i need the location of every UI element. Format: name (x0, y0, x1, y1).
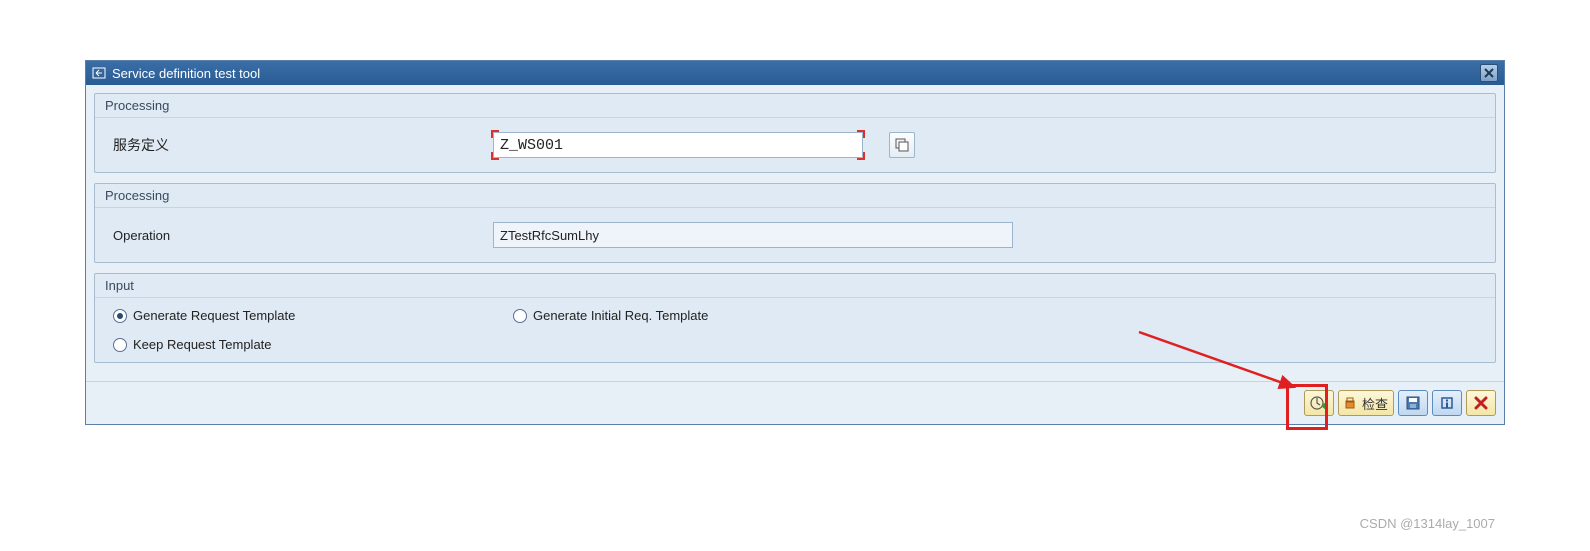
dialog-content: Processing 服务定义 (86, 85, 1504, 381)
radio-generate-request-template[interactable]: Generate Request Template (113, 308, 513, 323)
radio-label: Generate Request Template (133, 308, 295, 323)
f4-help-button[interactable] (889, 132, 915, 158)
check-button-label: 检查 (1362, 394, 1388, 413)
close-button[interactable] (1480, 64, 1498, 82)
radio-icon (513, 309, 527, 323)
radio-icon (113, 338, 127, 352)
watermark: CSDN @1314lay_1007 (1360, 516, 1495, 531)
title-bar: Service definition test tool (86, 61, 1504, 85)
radio-generate-initial-req-template[interactable]: Generate Initial Req. Template (513, 308, 913, 323)
radio-label: Keep Request Template (133, 337, 272, 352)
save-button[interactable] (1398, 390, 1428, 416)
bottom-toolbar: 检查 (86, 381, 1504, 424)
window-icon (92, 66, 106, 80)
service-definition-input-wrapper (493, 132, 863, 158)
group-input: Input Generate Request Template Generate… (94, 273, 1496, 363)
info-button[interactable] (1432, 390, 1462, 416)
service-definition-input[interactable] (493, 132, 863, 158)
check-button[interactable]: 检查 (1338, 390, 1394, 416)
operation-input[interactable] (493, 222, 1013, 248)
service-definition-label: 服务定义 (113, 135, 473, 155)
group-processing-2: Processing Operation (94, 183, 1496, 263)
group-header: Processing (95, 184, 1495, 208)
group-header: Input (95, 274, 1495, 298)
radio-label: Generate Initial Req. Template (533, 308, 708, 323)
dialog-window: Service definition test tool Processing … (85, 60, 1505, 425)
radio-icon (113, 309, 127, 323)
group-processing-1: Processing 服务定义 (94, 93, 1496, 173)
group-header: Processing (95, 94, 1495, 118)
radio-keep-request-template[interactable]: Keep Request Template (113, 337, 513, 352)
dialog-title: Service definition test tool (112, 66, 260, 81)
operation-label: Operation (113, 228, 473, 243)
execute-button[interactable] (1304, 390, 1334, 416)
cancel-button[interactable] (1466, 390, 1496, 416)
